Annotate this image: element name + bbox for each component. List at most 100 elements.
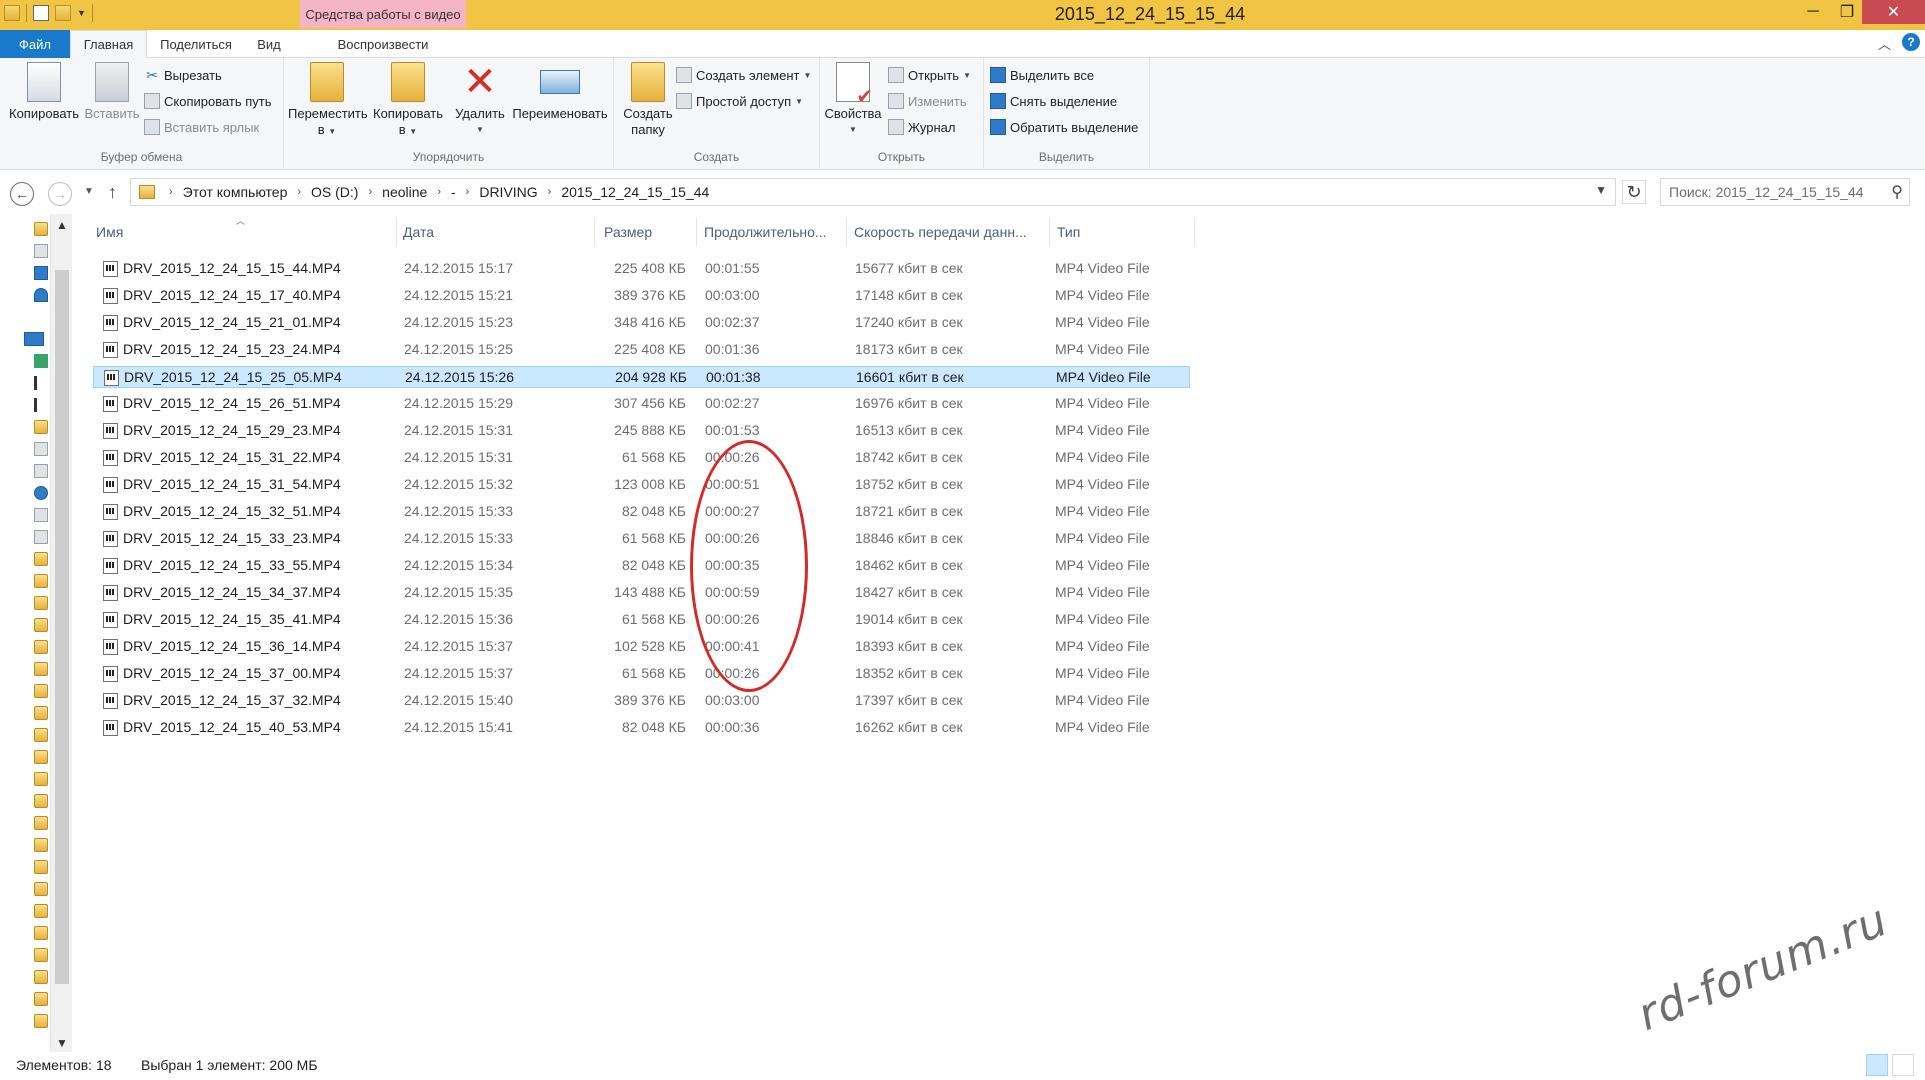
back-button[interactable]: ←: [10, 182, 34, 206]
table-row[interactable]: DRV_2015_12_24_15_15_44.MP4 24.12.2015 15…: [93, 258, 1190, 280]
select-none-button[interactable]: Снять выделение: [990, 90, 1117, 112]
table-row[interactable]: DRV_2015_12_24_15_36_14.MP4 24.12.2015 15…: [93, 636, 1190, 658]
column-divider[interactable]: [594, 218, 595, 246]
folder-icon[interactable]: [34, 552, 48, 566]
onedrive-icon[interactable]: [34, 288, 48, 302]
edit-button[interactable]: Изменить: [888, 90, 967, 112]
new-folder-button[interactable]: Создать папку: [618, 62, 678, 138]
close-button[interactable]: ✕: [1862, 0, 1925, 24]
table-row[interactable]: DRV_2015_12_24_15_31_54.MP4 24.12.2015 15…: [93, 474, 1190, 496]
search-input[interactable]: Поиск: 2015_12_24_15_15_44 ⚲: [1660, 178, 1910, 206]
scrollbar-thumb[interactable]: [55, 270, 69, 984]
tab-file[interactable]: Файл: [0, 30, 70, 58]
table-row[interactable]: DRV_2015_12_24_15_31_22.MP4 24.12.2015 15…: [93, 447, 1190, 469]
refresh-icon[interactable]: ↻: [1622, 180, 1646, 204]
folder-icon[interactable]: [34, 926, 48, 940]
details-view-button[interactable]: [1866, 1054, 1888, 1076]
column-header-size[interactable]: Размер: [604, 224, 694, 244]
paste-button[interactable]: Вставить: [84, 62, 140, 122]
breadcrumb-current-folder[interactable]: 2015_12_24_15_15_44: [557, 184, 713, 200]
table-row[interactable]: DRV_2015_12_24_15_21_01.MP4 24.12.2015 15…: [93, 312, 1190, 334]
folder-icon[interactable]: [34, 860, 48, 874]
network-icon[interactable]: [34, 354, 48, 368]
copy-to-button[interactable]: Копировать в ▼: [370, 62, 446, 140]
folder-icon[interactable]: [34, 420, 48, 434]
properties-icon[interactable]: [33, 5, 49, 21]
breadcrumb-separator-icon[interactable]: ›: [431, 186, 447, 198]
invert-selection-button[interactable]: Обратить выделение: [990, 116, 1138, 138]
folder-icon[interactable]: [34, 948, 48, 962]
device-icon[interactable]: [34, 530, 48, 544]
folder-icon[interactable]: [34, 618, 48, 632]
breadcrumb-driving[interactable]: DRIVING: [475, 184, 541, 200]
device-icon[interactable]: [34, 508, 48, 522]
table-row[interactable]: DRV_2015_12_24_15_25_05.MP4 24.12.2015 15…: [93, 366, 1190, 388]
folder-icon[interactable]: [34, 882, 48, 896]
tab-home[interactable]: Главная: [70, 30, 147, 59]
table-row[interactable]: DRV_2015_12_24_15_32_51.MP4 24.12.2015 15…: [93, 501, 1190, 523]
folder-icon[interactable]: [34, 574, 48, 588]
table-row[interactable]: DRV_2015_12_24_15_37_32.MP4 24.12.2015 15…: [93, 690, 1190, 712]
breadcrumb-separator-icon[interactable]: ›: [460, 186, 476, 198]
table-row[interactable]: DRV_2015_12_24_15_33_23.MP4 24.12.2015 15…: [93, 528, 1190, 550]
breadcrumb-this-pc[interactable]: Этот компьютер: [179, 184, 292, 200]
tab-share[interactable]: Поделиться: [152, 30, 240, 58]
table-row[interactable]: DRV_2015_12_24_15_34_37.MP4 24.12.2015 15…: [93, 582, 1190, 604]
table-row[interactable]: DRV_2015_12_24_15_23_24.MP4 24.12.2015 15…: [93, 339, 1190, 361]
folder-icon[interactable]: [34, 838, 48, 852]
easy-access-button[interactable]: Простой доступ ▼: [676, 90, 803, 112]
folder-icon[interactable]: [34, 706, 48, 720]
properties-button[interactable]: Свойства ▼: [822, 62, 884, 138]
folder-icon[interactable]: [34, 222, 48, 236]
breadcrumb-neoline[interactable]: neoline: [378, 184, 431, 200]
drive-icon[interactable]: [34, 398, 37, 412]
tab-view[interactable]: Вид: [246, 30, 292, 58]
breadcrumb-separator-icon[interactable]: ›: [163, 186, 179, 198]
column-divider[interactable]: [846, 218, 847, 246]
globe-icon[interactable]: [34, 486, 48, 500]
chevron-up-icon[interactable]: ︿: [1878, 34, 1892, 53]
desktop-icon[interactable]: [34, 266, 48, 280]
drive-icon[interactable]: [34, 376, 37, 390]
folder-icon[interactable]: [34, 640, 48, 654]
folder-icon[interactable]: [34, 750, 48, 764]
column-header-date[interactable]: Дата: [403, 224, 583, 244]
tab-play[interactable]: Воспроизвести: [300, 30, 466, 58]
column-divider[interactable]: [1049, 218, 1050, 246]
table-row[interactable]: DRV_2015_12_24_15_26_51.MP4 24.12.2015 15…: [93, 393, 1190, 415]
breadcrumb-separator-icon[interactable]: ›: [542, 186, 558, 198]
breadcrumb-separator-icon[interactable]: ›: [362, 186, 378, 198]
customize-toolbar-chevron-icon[interactable]: ▼: [77, 8, 86, 18]
breadcrumb-dash[interactable]: -: [447, 184, 460, 200]
folder-icon[interactable]: [34, 662, 48, 676]
rename-button[interactable]: Переименовать: [508, 62, 612, 122]
folder-icon[interactable]: [34, 1014, 48, 1028]
chevron-up-icon[interactable]: ▲: [56, 218, 68, 232]
column-header-bitrate[interactable]: Скорость передачи данн...: [854, 224, 1049, 244]
breadcrumb-separator-icon[interactable]: ›: [291, 186, 307, 198]
computer-icon[interactable]: [24, 332, 44, 346]
table-row[interactable]: DRV_2015_12_24_15_33_55.MP4 24.12.2015 15…: [93, 555, 1190, 577]
help-icon[interactable]: ?: [1902, 33, 1920, 51]
delete-button[interactable]: ✕ Удалить ▼: [450, 62, 510, 138]
breadcrumb-drive[interactable]: OS (D:): [307, 184, 362, 200]
folder-icon[interactable]: [34, 794, 48, 808]
copy-path-button[interactable]: Скопировать путь: [144, 90, 272, 112]
column-header-name[interactable]: Имя: [96, 224, 396, 244]
column-header-duration[interactable]: Продолжительно...: [704, 224, 846, 244]
column-divider[interactable]: [696, 218, 697, 246]
table-row[interactable]: DRV_2015_12_24_15_17_40.MP4 24.12.2015 15…: [93, 285, 1190, 307]
folder-icon[interactable]: [34, 772, 48, 786]
large-icons-view-button[interactable]: [1892, 1054, 1914, 1076]
chevron-down-icon[interactable]: ▼: [1595, 183, 1607, 197]
folder-icon[interactable]: [34, 728, 48, 742]
new-item-button[interactable]: Создать элемент ▼: [676, 64, 811, 86]
search-icon[interactable]: ⚲: [1891, 182, 1903, 202]
column-divider[interactable]: [396, 218, 397, 246]
paste-shortcut-button[interactable]: Вставить ярлык: [144, 116, 259, 138]
up-arrow-icon[interactable]: ↑: [108, 182, 117, 203]
folder-icon[interactable]: [34, 816, 48, 830]
select-all-button[interactable]: Выделить все: [990, 64, 1094, 86]
table-row[interactable]: DRV_2015_12_24_15_37_00.MP4 24.12.2015 15…: [93, 663, 1190, 685]
move-to-button[interactable]: Переместить в ▼: [288, 62, 368, 140]
